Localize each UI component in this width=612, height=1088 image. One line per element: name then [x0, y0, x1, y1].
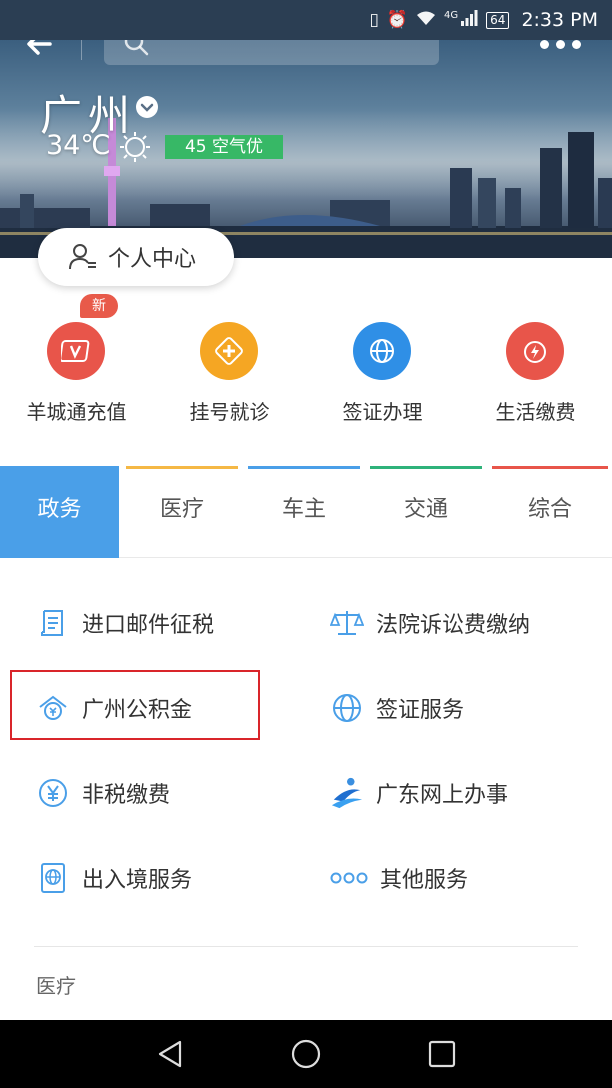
quick-services: 新 羊城通充值 挂号就诊 签证办理 生活缴费: [0, 294, 612, 440]
battery-indicator: 64: [486, 11, 510, 29]
nav-home-icon[interactable]: [290, 1038, 322, 1074]
service-label: 法院诉讼费缴纳: [376, 613, 531, 638]
service-exit-entry[interactable]: 出入境服务: [36, 843, 192, 913]
alarm-icon: ⏰: [386, 10, 409, 30]
yuan-icon: [36, 776, 70, 810]
document-icon: [36, 606, 70, 640]
chevron-down-icon[interactable]: [136, 96, 158, 118]
status-time: 2:33 PM: [521, 9, 598, 31]
system-nav-bar: [0, 1020, 612, 1088]
service-label: 广东网上办事: [376, 783, 509, 808]
tab-accent-line: [126, 466, 238, 469]
sunny-weather-icon: [118, 130, 152, 168]
service-label: 签证服务: [376, 698, 465, 723]
tab-label: 交通: [403, 497, 448, 522]
nav-recents-icon[interactable]: [428, 1040, 456, 1072]
service-visa[interactable]: 签证服务: [330, 673, 464, 743]
service-import-mail-tax[interactable]: 进口邮件征税: [36, 588, 214, 658]
tab-accent-line: [248, 466, 360, 469]
quick-service-label: 挂号就诊: [189, 400, 270, 424]
tab-medical[interactable]: 医疗: [122, 466, 242, 558]
quick-service-registration[interactable]: 挂号就诊: [153, 300, 306, 430]
quick-service-label: 羊城通充值: [26, 400, 127, 424]
vibrate-icon: ▯: [369, 10, 379, 30]
service-other[interactable]: 其他服务: [330, 843, 468, 913]
tab-general[interactable]: 综合: [488, 466, 612, 558]
service-non-tax-payment[interactable]: 非税缴费: [36, 758, 170, 828]
tab-accent-line: [492, 466, 608, 469]
globe-icon: [330, 691, 364, 725]
signal-icon: [460, 9, 478, 31]
quick-service-label: 签证办理: [342, 400, 423, 424]
service-label: 进口邮件征税: [82, 613, 215, 638]
more-dot-icon: [572, 39, 581, 49]
quick-service-yangchengtong[interactable]: 新 羊城通充值: [0, 294, 153, 430]
service-guangdong-online[interactable]: 广东网上办事: [330, 758, 508, 828]
medical-cross-icon: [200, 322, 258, 380]
air-quality-badge: 45 空气优: [165, 135, 283, 159]
nav-back-icon[interactable]: [156, 1038, 186, 1074]
category-tabs: 政务 医疗 车主 交通 综合: [0, 466, 612, 558]
service-label: 出入境服务: [82, 868, 193, 893]
quick-service-label: 生活缴费: [495, 400, 576, 424]
tab-traffic[interactable]: 交通: [366, 466, 486, 558]
highlight-box: [10, 670, 260, 740]
scales-icon: [330, 606, 364, 640]
status-bar: ▯ ⏰ 4G 64 2:33 PM: [0, 0, 612, 40]
card-v-icon: [47, 322, 105, 380]
section-title-medical: 医疗: [36, 974, 76, 998]
globe-icon: [353, 322, 411, 380]
passport-icon: [36, 861, 70, 895]
temperature: 34℃: [46, 130, 111, 161]
quick-service-utility[interactable]: 生活缴费: [459, 300, 612, 430]
service-label: 其他服务: [380, 868, 469, 893]
more-dots-icon: [330, 861, 368, 895]
bolt-icon: [506, 322, 564, 380]
tab-label: 医疗: [159, 497, 204, 522]
tab-government[interactable]: 政务: [0, 466, 119, 558]
tab-label: 政务: [37, 497, 82, 522]
service-label: 非税缴费: [82, 783, 171, 808]
user-profile-icon: [69, 244, 96, 270]
service-court-fee[interactable]: 法院诉讼费缴纳: [330, 588, 530, 658]
quick-service-visa[interactable]: 签证办理: [306, 300, 459, 430]
tab-label: 车主: [281, 497, 326, 522]
new-badge: 新: [80, 294, 118, 318]
guangdong-logo-icon: [330, 776, 364, 810]
tab-car-owner[interactable]: 车主: [244, 466, 364, 558]
tab-label: 综合: [527, 497, 572, 522]
section-divider: [34, 946, 578, 947]
personal-center-button[interactable]: 个人中心: [38, 228, 234, 286]
tab-accent-line: [370, 466, 482, 469]
personal-center-label: 个人中心: [108, 247, 197, 272]
network-type: 4G: [444, 10, 459, 21]
more-dot-icon: [556, 39, 565, 49]
wifi-icon: [416, 10, 436, 31]
more-dot-icon: [540, 39, 549, 49]
